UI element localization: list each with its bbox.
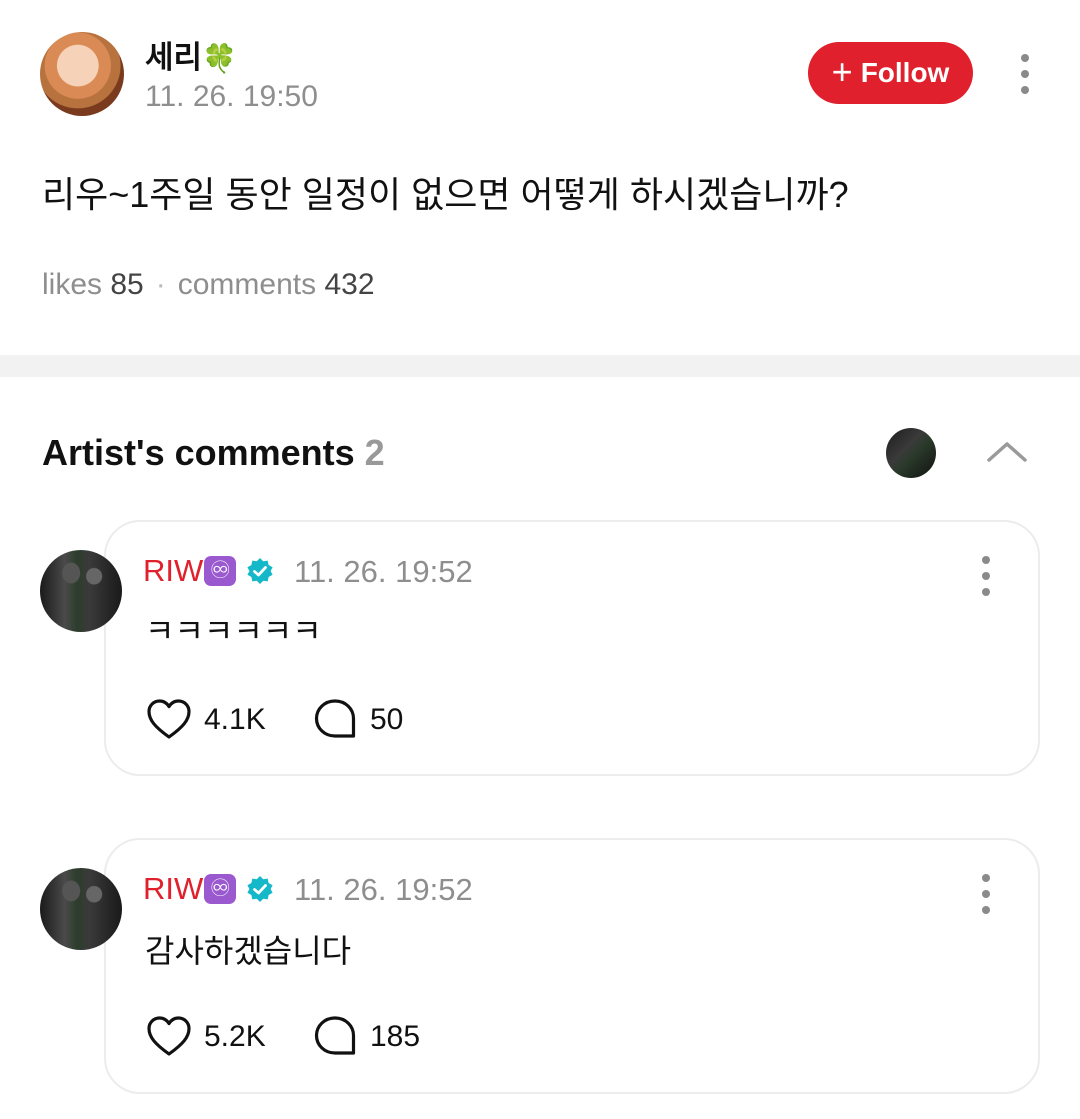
- infinity-badge-icon: ♾: [204, 556, 237, 586]
- comments-label: comments: [177, 268, 317, 301]
- like-count: 5.2K: [204, 1020, 266, 1053]
- comments-count: 432: [324, 268, 375, 301]
- commenter-name[interactable]: RIW ♾: [143, 871, 274, 907]
- comment-more-icon[interactable]: [976, 874, 996, 914]
- follow-button[interactable]: + Follow: [808, 42, 973, 104]
- author-name-text: 세리: [145, 40, 203, 75]
- likes-count: 85: [110, 268, 144, 301]
- like-count: 4.1K: [204, 703, 266, 736]
- heart-icon[interactable]: [146, 698, 192, 740]
- commenter-name-text: RIW: [143, 871, 204, 906]
- author-emoji: 🍀: [202, 43, 237, 74]
- plus-icon: +: [831, 50, 853, 92]
- follow-label: Follow: [860, 57, 950, 88]
- post-timestamp: 11. 26. 19:50: [145, 80, 318, 113]
- post-stats: likes 85 · comments 432: [42, 268, 375, 302]
- author-avatar[interactable]: [40, 32, 124, 116]
- reply-count: 185: [370, 1020, 421, 1053]
- heart-icon[interactable]: [146, 1015, 192, 1057]
- artist-comments-title: Artist's comments 2: [42, 432, 385, 474]
- verified-badge-icon: [247, 558, 273, 584]
- likes-label: likes: [42, 268, 103, 301]
- commenter-name[interactable]: RIW ♾: [143, 553, 274, 589]
- post-body: 리우~1주일 동안 일정이 없으면 어떻게 하시겠습니까?: [42, 174, 849, 215]
- artist-avatar-thumb[interactable]: [886, 428, 936, 478]
- verified-badge-icon: [247, 876, 273, 902]
- comment-bubble-icon[interactable]: [313, 698, 357, 740]
- infinity-badge-icon: ♾: [204, 874, 237, 904]
- post-more-icon[interactable]: [1015, 54, 1035, 94]
- artist-comments-label: Artist's comments: [42, 432, 355, 473]
- comment-bubble-icon[interactable]: [313, 1015, 357, 1057]
- commenter-name-text: RIW: [143, 553, 204, 588]
- comment-text: ㅋㅋㅋㅋㅋㅋ: [145, 613, 322, 649]
- reply-count: 50: [370, 703, 404, 736]
- chevron-up-icon[interactable]: [986, 436, 1028, 466]
- section-divider: [0, 355, 1080, 377]
- comment-timestamp: 11. 26. 19:52: [294, 554, 473, 589]
- comment-text: 감사하겠습니다: [145, 933, 352, 969]
- comment-timestamp: 11. 26. 19:52: [294, 872, 473, 907]
- artist-comments-count: 2: [364, 432, 385, 473]
- comment-more-icon[interactable]: [976, 556, 996, 596]
- commenter-avatar[interactable]: [40, 868, 122, 950]
- commenter-avatar[interactable]: [40, 550, 122, 632]
- author-name[interactable]: 세리🍀: [145, 32, 237, 77]
- stats-separator: ·: [155, 268, 166, 301]
